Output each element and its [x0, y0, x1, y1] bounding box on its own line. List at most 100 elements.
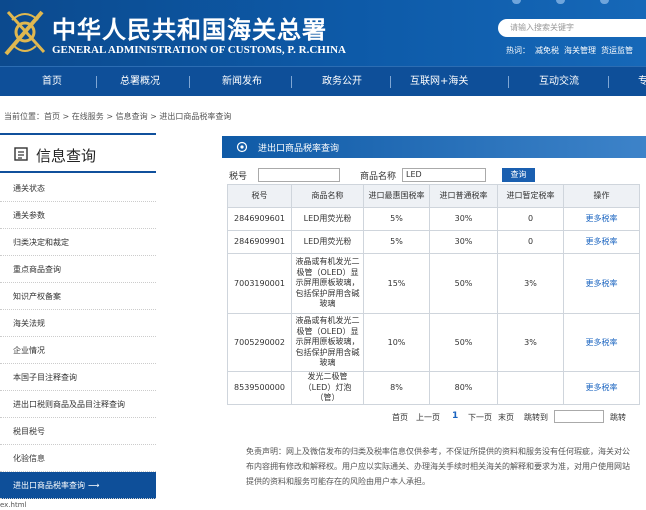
cell-action: 更多税率 [563, 230, 640, 254]
cell-code: 7003190001 [227, 253, 292, 314]
cell-name: 发光二极管（LED）灯泡（管） [291, 371, 364, 405]
column-header-action: 操作 [563, 184, 640, 208]
nav-item-news[interactable]: 新闻发布 [222, 67, 262, 97]
table-header-row: 税号 商品名称 进口最惠国税率 进口普通税率 进口暂定税率 操作 [227, 184, 640, 208]
sidebar-item-rate-query[interactable]: 进出口商品税率查询 ⟶ [0, 472, 156, 499]
rate-query-icon [236, 141, 248, 153]
hot-word-link[interactable]: 货运监管 [601, 46, 633, 55]
document-icon [14, 147, 28, 161]
site-search-input[interactable]: 请输入搜索关键字 [498, 19, 646, 37]
cell-code: 7005290002 [227, 313, 292, 372]
sidebar-item-clearance-status[interactable]: 通关状态 [0, 175, 156, 202]
panel-header: 进出口商品税率查询 [222, 136, 646, 158]
sidebar-item-tariff-notes[interactable]: 进出口税则商品及品目注释查询 [0, 391, 156, 418]
more-rates-link[interactable]: 更多税率 [586, 279, 618, 288]
cell-provisional: 3% [497, 313, 564, 372]
column-header-name: 商品名称 [291, 184, 364, 208]
sidebar-item-customs-law[interactable]: 海关法规 [0, 310, 156, 337]
more-rates-link[interactable]: 更多税率 [586, 237, 618, 246]
sidebar-item-subheading-notes[interactable]: 本国子目注释查询 [0, 364, 156, 391]
hot-word-link[interactable]: 减免税 [535, 46, 559, 55]
pager-first[interactable]: 首页 [392, 412, 408, 423]
top-corner-tab [600, 0, 609, 4]
sidebar-item-tariff-codes[interactable]: 税目税号 [0, 418, 156, 445]
cell-name: LED用荧光粉 [291, 207, 364, 231]
nav-item-home[interactable]: 首页 [42, 67, 62, 97]
hot-word-link[interactable]: 海关管理 [564, 46, 596, 55]
cell-general: 50% [429, 253, 498, 314]
pager-current-page[interactable]: 1 [452, 411, 458, 421]
sidebar-title-text: 信息查询 [36, 147, 97, 165]
pager-jump-label: 跳转到 [524, 413, 548, 422]
cell-name: 液晶或有机发光二极管（OLED）显示屏用原板玻璃，包括保护屏用含碱玻璃 [291, 313, 364, 372]
cell-action: 更多税率 [563, 313, 640, 372]
table-row: 7005290002 液晶或有机发光二极管（OLED）显示屏用原板玻璃，包括保护… [227, 313, 640, 372]
hot-words-label: 热词： [506, 46, 530, 55]
arrow-right-icon: ⟶ [88, 481, 100, 490]
nav-separator [608, 76, 609, 88]
cell-action: 更多税率 [563, 207, 640, 231]
page-jump-input[interactable] [554, 410, 604, 423]
nav-item-special[interactable]: 专 [638, 67, 646, 97]
pager-last[interactable]: 末页 [498, 412, 514, 423]
cell-general: 30% [429, 230, 498, 254]
more-rates-link[interactable]: 更多税率 [586, 214, 618, 223]
top-corner-tab [512, 0, 521, 4]
query-button[interactable]: 查询 [502, 168, 535, 182]
sidebar-item-enterprise[interactable]: 企业情况 [0, 337, 156, 364]
top-corner-tab [556, 0, 565, 4]
site-header: 中华人民共和国海关总署 GENERAL ADMINISTRATION OF CU… [0, 0, 646, 66]
sidebar-item-lab-info[interactable]: 化验信息 [0, 445, 156, 472]
cell-code: 2846909601 [227, 207, 292, 231]
status-url: ex.html [0, 500, 30, 510]
hot-words: 热词： 减免税 海关管理 货运监管 [506, 45, 638, 56]
table-row: 2846909901 LED用荧光粉 5% 30% 0 更多税率 [227, 230, 640, 254]
cell-provisional: 3% [497, 253, 564, 314]
cell-name: 液晶或有机发光二极管（OLED）显示屏用原板玻璃，包括保护屏用含碱玻璃 [291, 253, 364, 314]
sidebar-item-classification-rulings[interactable]: 归类决定和裁定 [0, 229, 156, 256]
pager-go-button[interactable]: 跳转 [610, 412, 626, 423]
sidebar-item-ip-filing[interactable]: 知识产权备案 [0, 283, 156, 310]
cell-general: 30% [429, 207, 498, 231]
more-rates-link[interactable]: 更多税率 [586, 383, 618, 392]
disclaimer-text: 免责声明：网上及微信发布的归类及税率信息仅供参考，不保证所提供的资料和服务没有任… [246, 447, 630, 486]
product-name-label: 商品名称 [360, 172, 397, 182]
cell-action: 更多税率 [563, 371, 640, 405]
breadcrumb[interactable]: 当前位置：首页 > 在线服务 > 信息查询 > 进出口商品税率查询 [4, 111, 231, 122]
column-header-provisional: 进口暂定税率 [497, 184, 564, 208]
cell-mfn: 5% [363, 207, 430, 231]
cell-code: 2846909901 [227, 230, 292, 254]
column-header-general: 进口普通税率 [429, 184, 498, 208]
table-row: 2846909601 LED用荧光粉 5% 30% 0 更多税率 [227, 207, 640, 231]
pager-prev[interactable]: 上一页 [416, 412, 440, 423]
cell-provisional [497, 371, 564, 405]
nav-separator [96, 76, 97, 88]
nav-item-internet-customs[interactable]: 互联网+海关 [410, 67, 468, 97]
sidebar-item-label: 进出口商品税率查询 [13, 481, 85, 490]
column-header-code: 税号 [227, 184, 292, 208]
nav-item-interaction[interactable]: 互动交流 [539, 67, 579, 97]
product-name-input[interactable]: LED [402, 168, 486, 182]
tax-code-label: 税号 [229, 172, 248, 182]
sidebar-title: 信息查询 [0, 133, 156, 173]
nav-separator [390, 76, 391, 88]
sidebar-item-key-goods[interactable]: 重点商品查询 [0, 256, 156, 283]
more-rates-link[interactable]: 更多税率 [586, 338, 618, 347]
sidebar-item-clearance-params[interactable]: 通关参数 [0, 202, 156, 229]
main-nav: 首页 总署概况 新闻发布 政务公开 互联网+海关 互动交流 专 [0, 66, 646, 96]
nav-item-government[interactable]: 政务公开 [322, 67, 362, 97]
table-row: 7003190001 液晶或有机发光二极管（OLED）显示屏用原板玻璃，包括保护… [227, 253, 640, 314]
cell-mfn: 8% [363, 371, 430, 405]
cell-mfn: 10% [363, 313, 430, 372]
tax-code-input[interactable] [258, 168, 340, 182]
cell-name: LED用荧光粉 [291, 230, 364, 254]
brand-title-cn[interactable]: 中华人民共和国海关总署 [52, 10, 327, 45]
cell-general: 80% [429, 371, 498, 405]
nav-item-overview[interactable]: 总署概况 [120, 67, 160, 97]
pager-next[interactable]: 下一页 [468, 412, 492, 423]
cell-code: 8539500000 [227, 371, 292, 405]
cell-mfn: 15% [363, 253, 430, 314]
rate-table: 税号 商品名称 进口最惠国税率 进口普通税率 进口暂定税率 操作 2846909… [227, 184, 640, 405]
cell-mfn: 5% [363, 230, 430, 254]
customs-emblem-icon[interactable] [2, 6, 48, 58]
